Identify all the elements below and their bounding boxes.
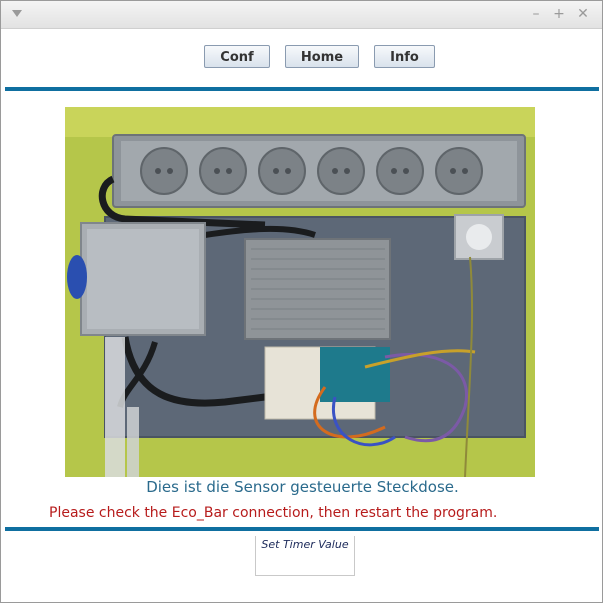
description-caption: Dies ist die Sensor gesteuerte Steckdose… [146, 478, 459, 496]
close-icon[interactable]: ✕ [576, 6, 590, 22]
top-separator [5, 87, 599, 91]
app-window: – + ✕ Conf Home Info Dies ist die Sensor… [0, 0, 603, 603]
timer-label: Set Timer Value [261, 538, 349, 551]
info-button[interactable]: Info [374, 45, 435, 68]
timer-panel: Set Timer Value [255, 536, 355, 576]
minimize-icon[interactable]: – [529, 6, 543, 22]
home-button[interactable]: Home [285, 45, 359, 68]
error-message: Please check the Eco_Bar connection, the… [49, 505, 498, 521]
title-bar: – + ✕ [1, 1, 602, 29]
conf-button[interactable]: Conf [204, 45, 270, 68]
maximize-icon[interactable]: + [552, 6, 566, 22]
window-menu-icon[interactable] [12, 10, 22, 17]
bottom-separator [5, 527, 599, 531]
device-photo [65, 107, 535, 477]
